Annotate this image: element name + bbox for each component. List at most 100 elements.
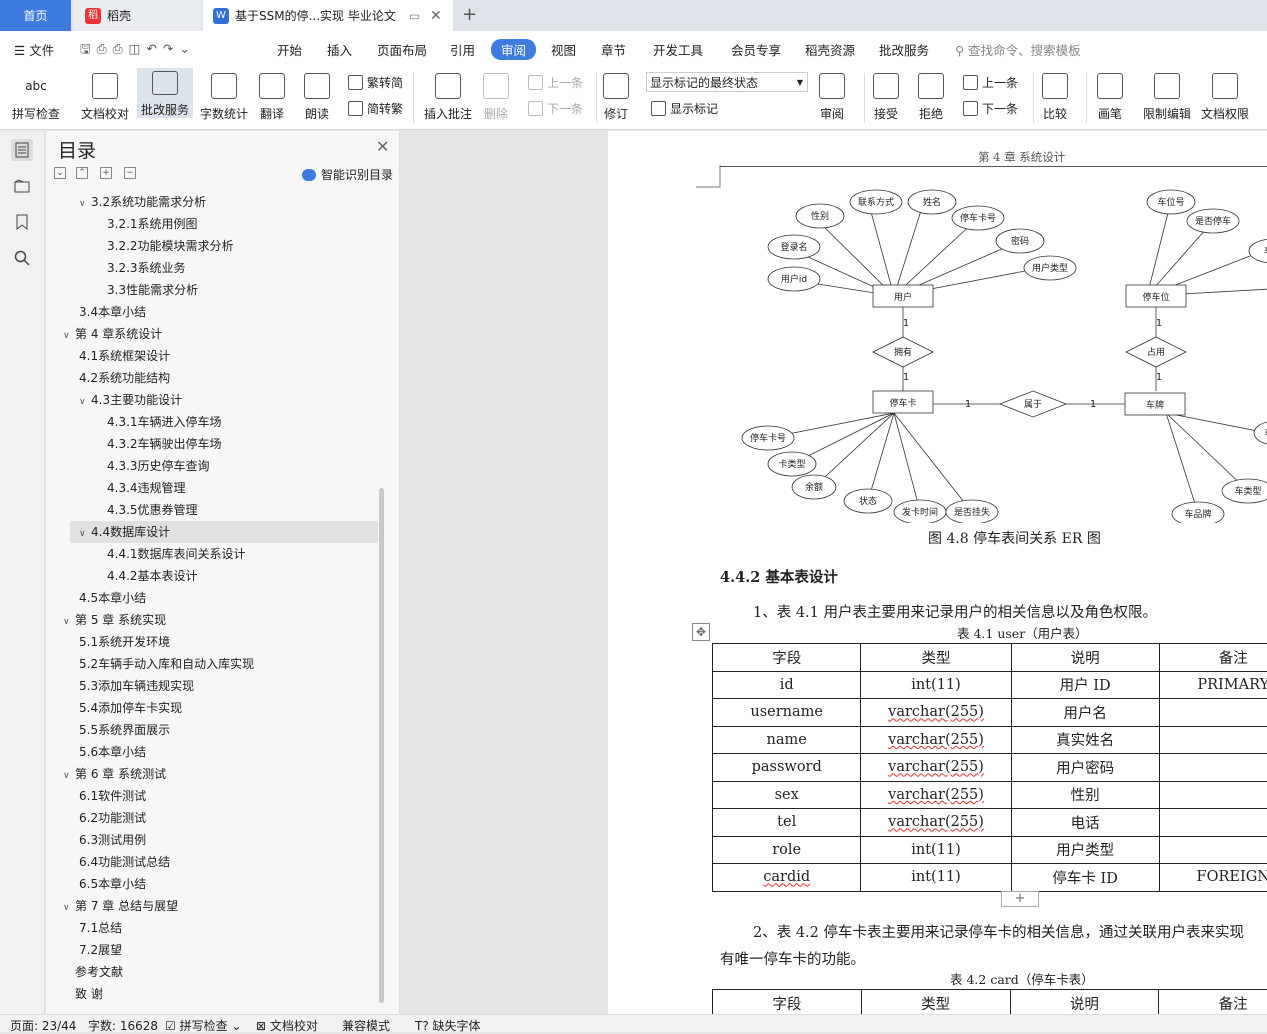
collapse-all-icon[interactable]: ⌄: [54, 167, 66, 179]
menu-insert[interactable]: 插入: [327, 40, 352, 59]
menu-view[interactable]: 视图: [551, 40, 576, 59]
toc-item[interactable]: 6.5本章小结: [79, 873, 146, 895]
field-cell[interactable]: sex: [713, 781, 861, 809]
field-cell[interactable]: id: [713, 671, 861, 699]
show-markup-button[interactable]: 显示标记: [651, 100, 718, 117]
toc-scrollbar[interactable]: [379, 488, 384, 1003]
note-cell[interactable]: [1159, 754, 1267, 782]
tab-docer[interactable]: 稻稻壳: [73, 0, 201, 31]
toc-item[interactable]: 6.3测试用例: [79, 829, 146, 851]
toc-item[interactable]: 7.2展望: [79, 939, 122, 961]
bookmark-icon[interactable]: [11, 211, 33, 233]
note-cell[interactable]: [1159, 836, 1267, 864]
restrict-edit-button[interactable]: 限制编辑: [1143, 70, 1191, 122]
toc-item[interactable]: 6.4功能测试总结: [79, 851, 170, 873]
desc-cell[interactable]: 用户 ID: [1011, 671, 1159, 699]
markup-state-select[interactable]: 显示标记的最终状态▼: [646, 72, 808, 92]
correct-service-button[interactable]: 批改服务: [137, 68, 193, 118]
missing-font-status[interactable]: T? 缺失字体: [415, 1017, 481, 1034]
toc-item[interactable]: 4.2系统功能结构: [79, 367, 170, 389]
trad-to-simp-button[interactable]: 繁转简: [348, 74, 403, 91]
menu-start[interactable]: 开始: [277, 40, 302, 59]
chevron-down-icon[interactable]: ∨: [63, 765, 75, 787]
menu-docer[interactable]: 稻壳资源: [805, 40, 855, 59]
note-cell[interactable]: [1159, 726, 1267, 754]
tab-close-icon[interactable]: ✕: [430, 8, 442, 24]
close-icon[interactable]: ✕: [376, 137, 389, 156]
simp-to-trad-button[interactable]: 简转繁: [348, 100, 403, 117]
page-indicator[interactable]: 页面: 23/44: [10, 1017, 76, 1034]
toc-item[interactable]: 7.1总结: [79, 917, 122, 939]
chevron-down-icon[interactable]: ∨: [63, 897, 75, 919]
type-cell[interactable]: varchar(255): [861, 781, 1011, 809]
prev-comment-button[interactable]: 上一条: [528, 74, 583, 91]
menu-reference[interactable]: 引用: [450, 40, 475, 59]
field-cell[interactable]: tel: [713, 809, 861, 837]
toc-item[interactable]: 3.2.2功能模块需求分析: [107, 235, 234, 257]
field-cell[interactable]: role: [713, 836, 861, 864]
desc-cell[interactable]: 停车卡 ID: [1011, 864, 1159, 892]
field-cell[interactable]: name: [713, 726, 861, 754]
toc-item[interactable]: 5.2车辆手动入库和自动入库实现: [79, 653, 254, 675]
toc-item[interactable]: 5.4添加停车卡实现: [79, 697, 182, 719]
chevron-down-icon[interactable]: ∨: [63, 611, 75, 633]
toc-item[interactable]: ∨第 6 章 系统测试: [63, 763, 166, 785]
toc-item[interactable]: 4.5本章小结: [79, 587, 146, 609]
insert-comment-button[interactable]: 插入批注: [424, 70, 472, 122]
proofread-button[interactable]: 文档校对: [81, 70, 129, 122]
menu-chapter[interactable]: 章节: [601, 40, 626, 59]
toc-item[interactable]: 3.2.3系统业务: [107, 257, 186, 279]
tab-float-icon[interactable]: ▭: [409, 9, 420, 23]
field-cell[interactable]: username: [713, 699, 861, 727]
smart-toc-button[interactable]: 智能识别目录: [302, 166, 393, 183]
toc-item[interactable]: 4.1系统框架设计: [79, 345, 170, 367]
toc-item[interactable]: 4.4.1数据库表间关系设计: [107, 543, 246, 565]
spell-check-button[interactable]: abc拼写检查: [12, 70, 60, 122]
find-icon[interactable]: [11, 247, 33, 269]
note-cell[interactable]: PRIMARY: [1159, 671, 1267, 699]
expand-up-icon[interactable]: ⌃: [76, 167, 88, 179]
prev-change-button[interactable]: 上一条: [963, 74, 1018, 91]
chevron-down-icon[interactable]: ∨: [63, 325, 75, 347]
next-change-button[interactable]: 下一条: [963, 100, 1018, 117]
toc-item[interactable]: 4.3.5优惠券管理: [107, 499, 198, 521]
search-command[interactable]: ⚲ 查找命令、搜索模板: [955, 40, 1081, 59]
new-tab-icon[interactable]: +: [462, 4, 477, 25]
delete-comment-button[interactable]: 删除: [483, 70, 509, 122]
type-cell[interactable]: varchar(255): [861, 754, 1011, 782]
minus-icon[interactable]: −: [124, 167, 136, 179]
toc-item[interactable]: 5.3添加车辆违规实现: [79, 675, 194, 697]
next-comment-button[interactable]: 下一条: [528, 100, 583, 117]
toc-icon[interactable]: [11, 139, 33, 161]
tab-document[interactable]: W基于SSM的停...实现 毕业论文 ▭ ✕: [203, 0, 453, 31]
toc-item[interactable]: ∨4.3主要功能设计: [79, 389, 182, 411]
toc-item[interactable]: 5.5系统界面展示: [79, 719, 170, 741]
translate-button[interactable]: 翻译: [259, 70, 285, 122]
field-cell[interactable]: password: [713, 754, 861, 782]
menu-devtools[interactable]: 开发工具: [653, 40, 703, 59]
reject-button[interactable]: 拒绝: [918, 70, 944, 122]
menu-member[interactable]: 会员专享: [731, 40, 781, 59]
toc-item[interactable]: ∨第 4 章系统设计: [63, 323, 162, 345]
accept-button[interactable]: 接受: [873, 70, 899, 122]
field-cell[interactable]: cardid: [713, 864, 861, 892]
toc-item[interactable]: ∨4.4数据库设计: [70, 521, 378, 543]
toc-item[interactable]: 6.1软件测试: [79, 785, 146, 807]
desc-cell[interactable]: 真实姓名: [1011, 726, 1159, 754]
menu-review[interactable]: 审阅: [491, 39, 536, 60]
toc-item[interactable]: ∨3.2系统功能需求分析: [79, 191, 206, 213]
toc-item[interactable]: ∨第 5 章 系统实现: [63, 609, 166, 631]
file-menu[interactable]: ☰ 文件: [14, 40, 54, 59]
type-cell[interactable]: varchar(255): [861, 699, 1011, 727]
spell-check-status[interactable]: ☑ 拼写检查 ⌄: [165, 1017, 241, 1034]
toc-item[interactable]: 参考文献: [63, 961, 123, 983]
read-aloud-button[interactable]: 朗读: [304, 70, 330, 122]
chevron-down-icon[interactable]: ∨: [79, 523, 91, 545]
toc-item[interactable]: 4.3.1车辆进入停车场: [107, 411, 222, 433]
toc-item[interactable]: ∨第 7 章 总结与展望: [63, 895, 178, 917]
tab-home[interactable]: 首页: [0, 0, 71, 31]
pen-button[interactable]: 画笔: [1097, 70, 1123, 122]
type-cell[interactable]: int(11): [861, 671, 1011, 699]
doc-rights-button[interactable]: 文档权限: [1201, 70, 1249, 122]
toc-item[interactable]: 5.6本章小结: [79, 741, 146, 763]
